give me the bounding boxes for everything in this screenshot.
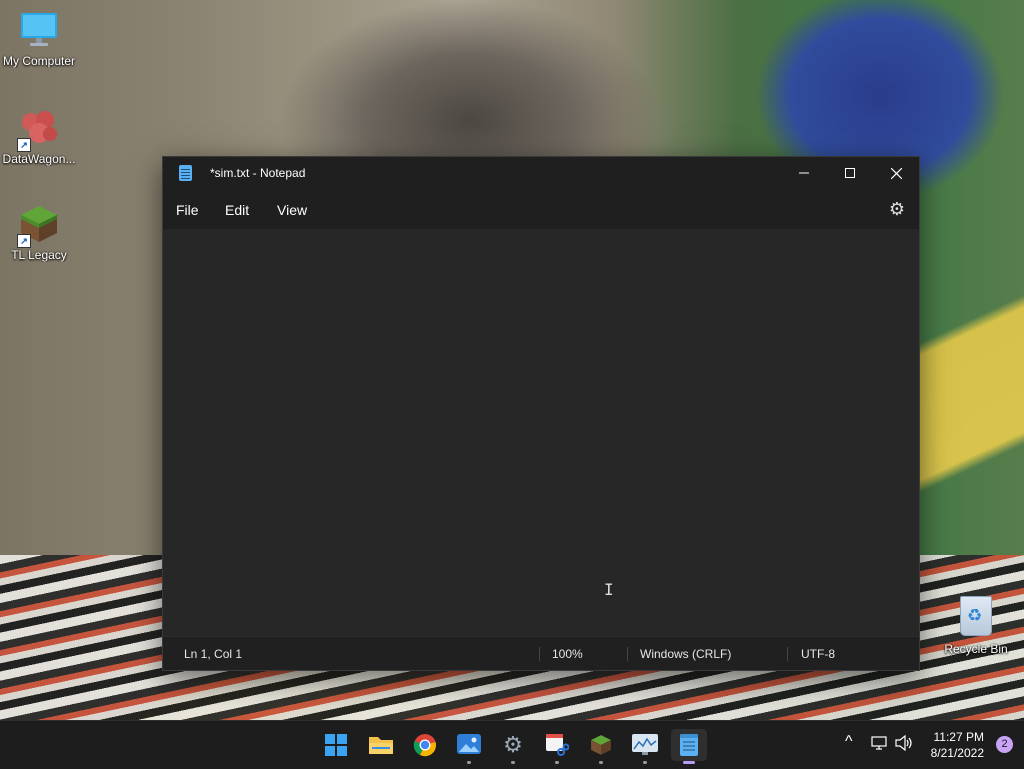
maximize-button[interactable] bbox=[827, 157, 873, 189]
clock-date: 8/21/2022 bbox=[930, 746, 984, 760]
menu-edit[interactable]: Edit bbox=[225, 202, 249, 218]
desktop-icon-datawagon[interactable]: ↗ DataWagon... bbox=[1, 108, 77, 166]
status-zoom[interactable]: 100% bbox=[552, 647, 583, 661]
photos-icon bbox=[457, 734, 481, 754]
network-monitor-icon bbox=[871, 736, 887, 750]
status-separator bbox=[787, 647, 788, 661]
status-encoding[interactable]: UTF-8 bbox=[801, 647, 835, 661]
close-icon bbox=[890, 167, 902, 179]
desktop-icon-label: My Computer bbox=[2, 54, 76, 68]
window-title: *sim.txt - Notepad bbox=[210, 166, 306, 180]
text-cursor-icon: I bbox=[604, 580, 614, 599]
windows-logo-icon bbox=[325, 734, 347, 756]
running-indicator bbox=[555, 761, 559, 764]
settings-gear-icon[interactable]: ⚙ bbox=[889, 199, 905, 220]
status-cursor-position: Ln 1, Col 1 bbox=[184, 647, 243, 661]
status-separator bbox=[627, 647, 628, 661]
desktop-icon-label: Recycle Bin bbox=[944, 642, 1008, 656]
minecraft-block-icon bbox=[591, 735, 611, 755]
volume-icon[interactable] bbox=[895, 734, 913, 755]
speaker-icon bbox=[895, 734, 912, 752]
notification-badge[interactable]: 2 bbox=[996, 736, 1013, 753]
taskbar-photos[interactable] bbox=[451, 729, 487, 764]
taskbar-resource-monitor[interactable] bbox=[627, 729, 663, 764]
minimize-button[interactable] bbox=[781, 157, 827, 189]
taskbar-chrome[interactable] bbox=[407, 729, 443, 761]
taskbar-settings[interactable]: ⚙ bbox=[495, 729, 531, 764]
taskbar-tl-legacy[interactable] bbox=[583, 729, 619, 764]
taskbar: ⚙ ^ 11:27 PM 8/21/2022 2 bbox=[0, 720, 1024, 769]
recycle-bin-icon bbox=[960, 596, 992, 636]
running-indicator bbox=[467, 761, 471, 764]
status-separator bbox=[539, 647, 540, 661]
menu-view[interactable]: View bbox=[277, 202, 307, 218]
gear-icon: ⚙ bbox=[503, 732, 523, 757]
maximize-icon bbox=[845, 168, 855, 178]
desktop-icon-label: TL Legacy bbox=[11, 248, 67, 262]
clock-time: 11:27 PM bbox=[933, 730, 984, 744]
minecraft-block-icon: ↗ bbox=[17, 204, 59, 248]
desktop-icon-tl-legacy[interactable]: ↗ TL Legacy bbox=[1, 204, 77, 262]
notepad-window: *sim.txt - Notepad File Edit View ⚙ I Ln… bbox=[162, 156, 920, 671]
monitor-chart-icon bbox=[632, 734, 658, 755]
title-bar[interactable]: *sim.txt - Notepad bbox=[163, 157, 919, 189]
notepad-icon bbox=[179, 165, 192, 181]
minimize-icon bbox=[799, 172, 809, 174]
taskbar-snipping-tool[interactable] bbox=[539, 729, 575, 764]
taskbar-start-button[interactable] bbox=[318, 729, 354, 761]
text-editor-area[interactable]: I bbox=[163, 229, 919, 636]
active-indicator bbox=[683, 761, 695, 764]
menu-bar: File Edit View ⚙ bbox=[163, 189, 919, 229]
clock[interactable]: 11:27 PM 8/21/2022 bbox=[931, 729, 984, 761]
desktop-icon-recycle-bin[interactable]: Recycle Bin bbox=[938, 596, 1014, 656]
status-bar: Ln 1, Col 1 100% Windows (CRLF) UTF-8 bbox=[163, 636, 919, 670]
taskbar-file-explorer[interactable] bbox=[363, 729, 399, 761]
snipping-tool-icon bbox=[546, 734, 569, 756]
shortcut-arrow-icon: ↗ bbox=[17, 138, 31, 152]
status-line-ending[interactable]: Windows (CRLF) bbox=[640, 647, 731, 661]
datawagon-icon: ↗ bbox=[17, 108, 59, 152]
shortcut-arrow-icon: ↗ bbox=[17, 234, 31, 248]
running-indicator bbox=[599, 761, 603, 764]
menu-file[interactable]: File bbox=[176, 202, 199, 218]
running-indicator bbox=[643, 761, 647, 764]
chrome-icon bbox=[413, 734, 436, 757]
desktop-icon-label: DataWagon... bbox=[2, 152, 76, 166]
folder-icon bbox=[369, 737, 393, 754]
taskbar-notepad[interactable] bbox=[671, 729, 707, 764]
network-icon[interactable] bbox=[871, 735, 887, 755]
running-indicator bbox=[511, 761, 515, 764]
notepad-icon bbox=[680, 734, 698, 756]
monitor-icon bbox=[19, 10, 59, 50]
close-button[interactable] bbox=[873, 157, 919, 189]
desktop-icon-my-computer[interactable]: My Computer bbox=[1, 10, 77, 68]
chevron-up-icon[interactable]: ^ bbox=[845, 733, 853, 751]
